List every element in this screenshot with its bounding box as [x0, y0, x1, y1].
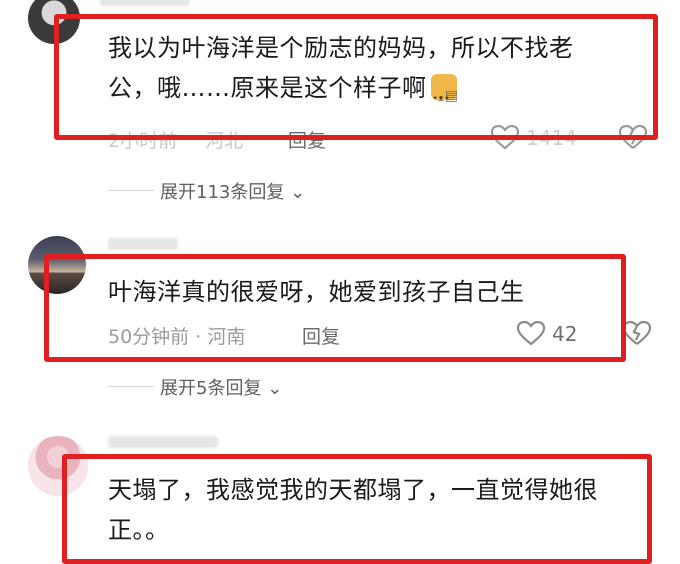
- broken-heart-icon: [622, 320, 652, 345]
- chevron-down-icon: ⌄: [267, 378, 283, 399]
- username[interactable]: [108, 436, 218, 448]
- expand-replies-button[interactable]: 展开113条回复 ⌄: [160, 178, 305, 204]
- username[interactable]: [108, 238, 178, 250]
- dislike-button[interactable]: [622, 320, 652, 350]
- highlight-box: [54, 14, 658, 140]
- expand-replies-button[interactable]: 展开5条回复 ⌄: [160, 374, 282, 400]
- divider: [108, 386, 154, 387]
- expand-replies-label: 展开5条回复: [160, 378, 262, 399]
- highlight-box: [44, 254, 626, 362]
- divider: [108, 190, 154, 191]
- username[interactable]: [100, 0, 190, 6]
- chevron-down-icon: ⌄: [290, 182, 306, 203]
- expand-replies-label: 展开113条回复: [160, 182, 285, 203]
